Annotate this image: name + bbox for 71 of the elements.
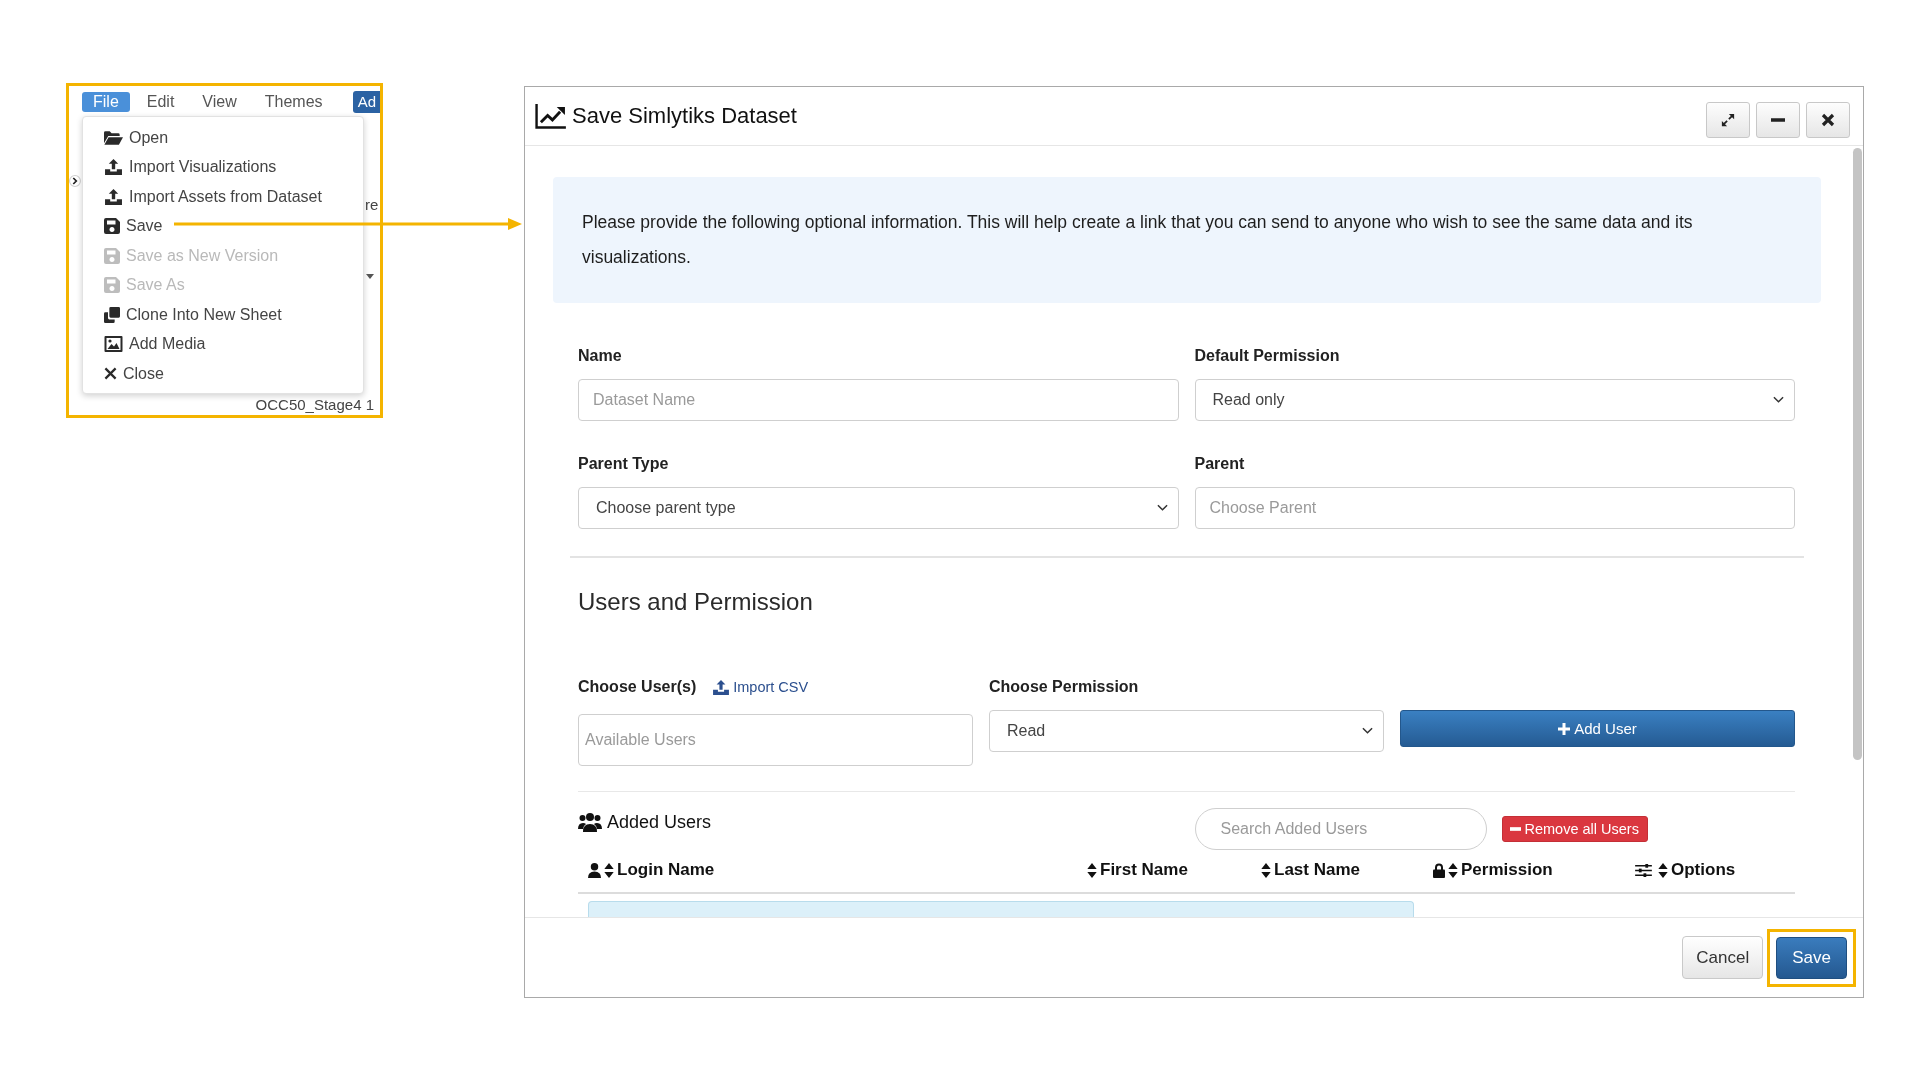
- minus-icon: [1509, 827, 1521, 831]
- menu-item[interactable]: Save: [83, 211, 363, 241]
- menu-item[interactable]: Add Media: [83, 329, 363, 359]
- field-label: Default Permission: [1194, 346, 1341, 366]
- user-icon: [588, 862, 601, 878]
- field-label: Choose Permission: [989, 677, 1139, 697]
- field-label: Choose User(s): [578, 677, 697, 697]
- upload-icon: [713, 679, 730, 695]
- chevron-down-icon: [1362, 727, 1373, 735]
- minimize-icon: [1771, 118, 1785, 122]
- sort-icon: [604, 862, 614, 878]
- text-field[interactable]: Choose Parent: [1194, 487, 1795, 529]
- caret-down-icon: [366, 274, 374, 279]
- maximize-button[interactable]: [1706, 102, 1750, 138]
- image-icon: [104, 336, 123, 353]
- info-message: Please provide the following optional information. This will help create a link that you can send to anyone who wish to see the same data and its visualizations.: [582, 211, 1694, 269]
- menu-tab[interactable]: Themes: [253, 92, 334, 112]
- column-header[interactable]: Login Name: [588, 858, 715, 882]
- upload-icon: [104, 159, 123, 176]
- select-field[interactable]: Read only: [1194, 379, 1795, 421]
- menu-item[interactable]: Clone Into New Sheet: [83, 300, 363, 330]
- chevron-down-icon: [1156, 504, 1168, 512]
- line-chart-icon: [535, 103, 566, 129]
- dialog-button[interactable]: Cancel: [1682, 936, 1764, 979]
- search-field[interactable]: Search Added Users: [1194, 808, 1487, 850]
- menu-item[interactable]: Close: [83, 359, 363, 389]
- column-header[interactable]: Last Name: [1261, 858, 1360, 882]
- chevron-down-icon: [1773, 396, 1784, 404]
- folder-icon: [104, 129, 123, 146]
- scrollbar-thumb[interactable]: [1853, 148, 1862, 760]
- field-label: Parent Type: [578, 454, 670, 474]
- menu-tab[interactable]: Edit: [135, 92, 186, 112]
- field-label: Name: [578, 346, 623, 366]
- sort-icon: [1448, 862, 1458, 878]
- column-header[interactable]: Permission: [1433, 858, 1553, 882]
- users-field[interactable]: Available Users: [578, 714, 973, 766]
- window-title: Save Simlytiks Dataset: [572, 103, 797, 129]
- field-label: Parent: [1194, 454, 1246, 474]
- menu-item[interactable]: Import Assets from Dataset: [83, 182, 363, 212]
- clone-icon: [104, 306, 120, 323]
- section-title: Added Users: [607, 811, 712, 833]
- chevron-right-icon[interactable]: [69, 172, 81, 190]
- column-header[interactable]: First Name: [1087, 858, 1188, 882]
- minimize-button[interactable]: [1756, 102, 1800, 138]
- text-field[interactable]: Dataset Name: [578, 379, 1179, 421]
- expand-icon: [1721, 113, 1735, 127]
- remove-all-users-button[interactable]: Remove all Users: [1501, 816, 1648, 842]
- sort-icon: [1261, 862, 1271, 878]
- select-field[interactable]: Choose parent type: [578, 487, 1179, 529]
- sliders-icon: [1635, 863, 1652, 877]
- close-button[interactable]: [1806, 102, 1850, 138]
- dialog-button[interactable]: Save: [1776, 936, 1847, 979]
- import-csv-link[interactable]: Import CSV: [713, 679, 809, 695]
- select-field[interactable]: Read: [989, 710, 1384, 752]
- add-user-button[interactable]: Add User: [1400, 710, 1795, 747]
- sort-icon: [1658, 862, 1668, 878]
- menu-tab[interactable]: View: [191, 92, 248, 112]
- close-icon: [1821, 113, 1835, 127]
- upload-icon: [104, 188, 123, 205]
- menu-item[interactable]: Import Visualizations: [83, 152, 363, 182]
- section-heading: Users and Permission: [578, 587, 814, 617]
- close-icon: [104, 367, 117, 381]
- sort-icon: [1087, 862, 1097, 878]
- add-button[interactable]: Ad: [352, 91, 380, 113]
- menu-item[interactable]: Open: [83, 123, 363, 153]
- plus-icon: [1558, 722, 1571, 735]
- background-text: re: [365, 196, 379, 214]
- users-icon: [578, 812, 602, 832]
- lock-icon: [1433, 862, 1445, 878]
- background-text: OCC50_Stage4 1: [255, 395, 374, 414]
- column-header[interactable]: Options: [1635, 858, 1736, 882]
